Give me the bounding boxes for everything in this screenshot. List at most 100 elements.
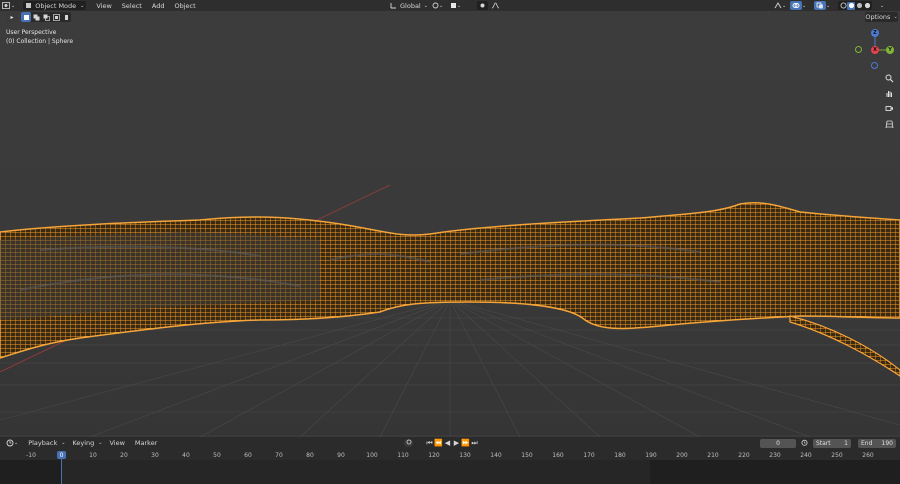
gizmo-neg-x-axis[interactable] <box>855 46 862 53</box>
menu-view[interactable]: View <box>94 2 113 10</box>
shading-solid-icon[interactable] <box>847 1 855 10</box>
transform-orientation-dropdown[interactable]: Global ⌄ <box>388 1 430 10</box>
menu-select[interactable]: Select <box>120 2 144 10</box>
editor-type-icon <box>2 2 10 9</box>
end-frame-field[interactable]: End 190 <box>858 438 896 448</box>
chevron-down-icon: ⌄ <box>80 2 85 9</box>
mode-dropdown[interactable]: Object Mode ⌄ <box>23 1 87 10</box>
mode-label: Object Mode <box>35 1 77 10</box>
snap-button[interactable]: ⌄ <box>448 1 463 10</box>
chevron-down-icon: ⌄ <box>439 2 444 9</box>
timeline-tick-label: 170 <box>583 452 595 459</box>
playhead-line <box>61 457 62 484</box>
chevron-down-icon: ⌄ <box>98 440 103 446</box>
select-invert-icon[interactable] <box>51 12 61 22</box>
prev-keyframe-icon[interactable]: ⏪ <box>434 439 443 447</box>
viewport-canvas[interactable] <box>0 0 900 437</box>
shading-wireframe-icon[interactable] <box>839 2 847 10</box>
timeline-tick-label: 60 <box>244 452 252 459</box>
menu-marker[interactable]: Marker <box>133 439 159 447</box>
timeline-tick-label: 250 <box>831 452 843 459</box>
chevron-down-icon[interactable]: ⌄ <box>880 3 884 9</box>
jump-end-icon[interactable]: ⏭ <box>470 439 479 448</box>
view-name-text: User Perspective <box>6 29 57 36</box>
timeline-tick-label: 20 <box>120 452 128 459</box>
menu-playback[interactable]: Playback <box>26 439 59 447</box>
frame-range-shade <box>650 460 900 484</box>
end-label: End <box>861 439 873 447</box>
playhead-marker[interactable]: 0 <box>57 451 66 459</box>
timeline-tick-label: 230 <box>769 452 781 459</box>
chevron-down-icon[interactable]: ⌄ <box>826 3 830 9</box>
next-keyframe-icon[interactable]: ⏩ <box>461 439 470 447</box>
viewport-header: ⌄ Object Mode ⌄ View Select Add Object G… <box>0 0 900 11</box>
active-tool-button[interactable]: ▸ <box>6 12 18 22</box>
timeline-ruler[interactable] <box>0 449 900 460</box>
timeline-tick-label: 50 <box>213 452 221 459</box>
chevron-down-icon: ⌄ <box>782 2 787 9</box>
menu-add[interactable]: Add <box>150 2 167 10</box>
overlays-button[interactable] <box>790 1 802 10</box>
select-extend-icon[interactable] <box>31 12 41 22</box>
collection-info-text: (0) Collection | Sphere <box>6 38 74 45</box>
play-icon[interactable]: ▶ <box>452 439 461 447</box>
chevron-down-icon: ⌄ <box>14 440 19 446</box>
navigation-gizmo[interactable]: Z Y X <box>852 27 898 73</box>
auto-keying-button[interactable] <box>404 439 413 447</box>
selection-mode-group <box>21 12 71 22</box>
zoom-icon[interactable] <box>883 72 895 84</box>
editor-type-button[interactable]: ⌄ <box>0 1 17 10</box>
timeline-header: ⌄ Playback ⌄ Keying ⌄ View Marker ⏮ ⏪ ◀ … <box>0 437 900 449</box>
xray-toggle[interactable] <box>814 1 826 10</box>
select-subtract-icon[interactable] <box>41 12 51 22</box>
pivot-point-button[interactable]: ⌄ <box>430 1 445 10</box>
timeline-tick-label: 30 <box>151 452 159 459</box>
gizmo-z-axis[interactable]: Z <box>871 29 879 37</box>
shading-material-icon[interactable] <box>855 2 863 10</box>
frame-range-shade <box>0 460 62 484</box>
object-mode-icon <box>25 2 32 9</box>
snap-icon <box>450 2 457 9</box>
timeline-area[interactable]: -10 10 20 30 40 50 60 70 80 90 100 110 120 130 140 150 1… <box>0 449 900 484</box>
use-preview-range-button[interactable] <box>800 439 809 447</box>
clock-icon <box>6 439 14 447</box>
falloff-button[interactable] <box>490 1 501 10</box>
timeline-tick-label: 120 <box>428 452 440 459</box>
options-dropdown[interactable]: Options ⌄ <box>865 12 898 22</box>
pan-hand-icon[interactable] <box>883 87 895 99</box>
select-set-icon[interactable] <box>21 12 31 22</box>
camera-view-icon[interactable] <box>883 102 895 114</box>
shading-mode-group <box>838 1 872 10</box>
menu-keying[interactable]: Keying <box>70 439 96 447</box>
play-reverse-icon[interactable]: ◀ <box>443 439 452 447</box>
gizmo-y-axis[interactable]: Y <box>886 46 894 54</box>
timeline-editor-type-button[interactable]: ⌄ <box>4 439 20 448</box>
options-label: Options <box>865 13 891 21</box>
playhead-frame-label: 0 <box>59 451 64 459</box>
chevron-down-icon[interactable]: ⌄ <box>802 3 806 9</box>
timeline-tick-label: 110 <box>397 452 409 459</box>
timeline-tick-label: 70 <box>275 452 283 459</box>
shading-rendered-icon[interactable] <box>863 2 871 10</box>
select-intersect-icon[interactable] <box>61 12 71 22</box>
current-frame-value: 0 <box>776 439 780 447</box>
start-frame-field[interactable]: Start 1 <box>813 438 851 448</box>
timeline-tick-label: 10 <box>89 452 97 459</box>
viewport-gizmos-button[interactable]: ⌄ <box>772 1 788 10</box>
perspective-grid-icon[interactable] <box>883 118 895 130</box>
menu-object[interactable]: Object <box>172 2 197 10</box>
proportional-edit-button[interactable] <box>477 1 488 10</box>
playback-controls: ⏮ ⏪ ◀ ▶ ⏩ ⏭ <box>425 438 479 448</box>
timeline-tick-label: 40 <box>182 452 190 459</box>
gizmo-x-axis[interactable]: X <box>871 46 879 54</box>
timeline-tick-label: 80 <box>306 452 314 459</box>
timeline-tick-label: 100 <box>366 452 378 459</box>
menu-view[interactable]: View <box>107 439 126 447</box>
jump-start-icon[interactable]: ⏮ <box>425 439 434 448</box>
xray-icon <box>816 2 824 9</box>
current-frame-field[interactable]: 0 <box>760 438 796 448</box>
timeline-tick-label: 150 <box>521 452 533 459</box>
timeline-tick-label: 200 <box>676 452 688 459</box>
timeline-tick-label: 210 <box>707 452 719 459</box>
gizmo-neg-z-axis[interactable] <box>871 62 878 69</box>
